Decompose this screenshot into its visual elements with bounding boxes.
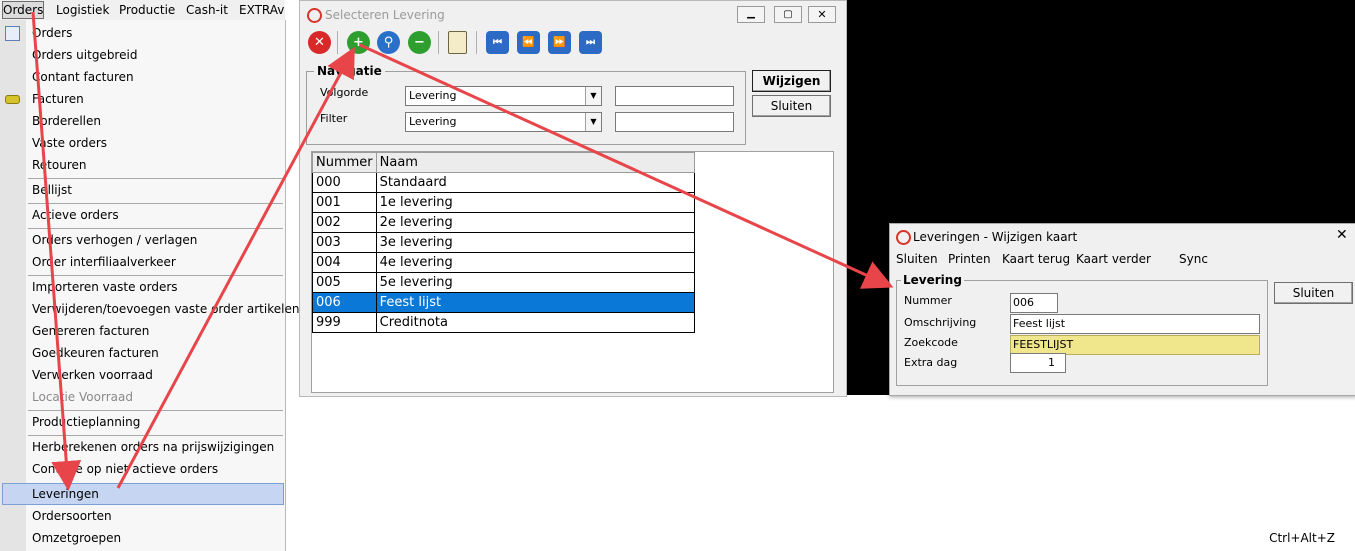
arrow-add-to-wijzigen-kaart [359,43,894,289]
arrow-leveringen-to-add [116,46,355,489]
arrow-orders-to-leveringen [31,11,82,491]
annotation-arrows [31,11,894,491]
